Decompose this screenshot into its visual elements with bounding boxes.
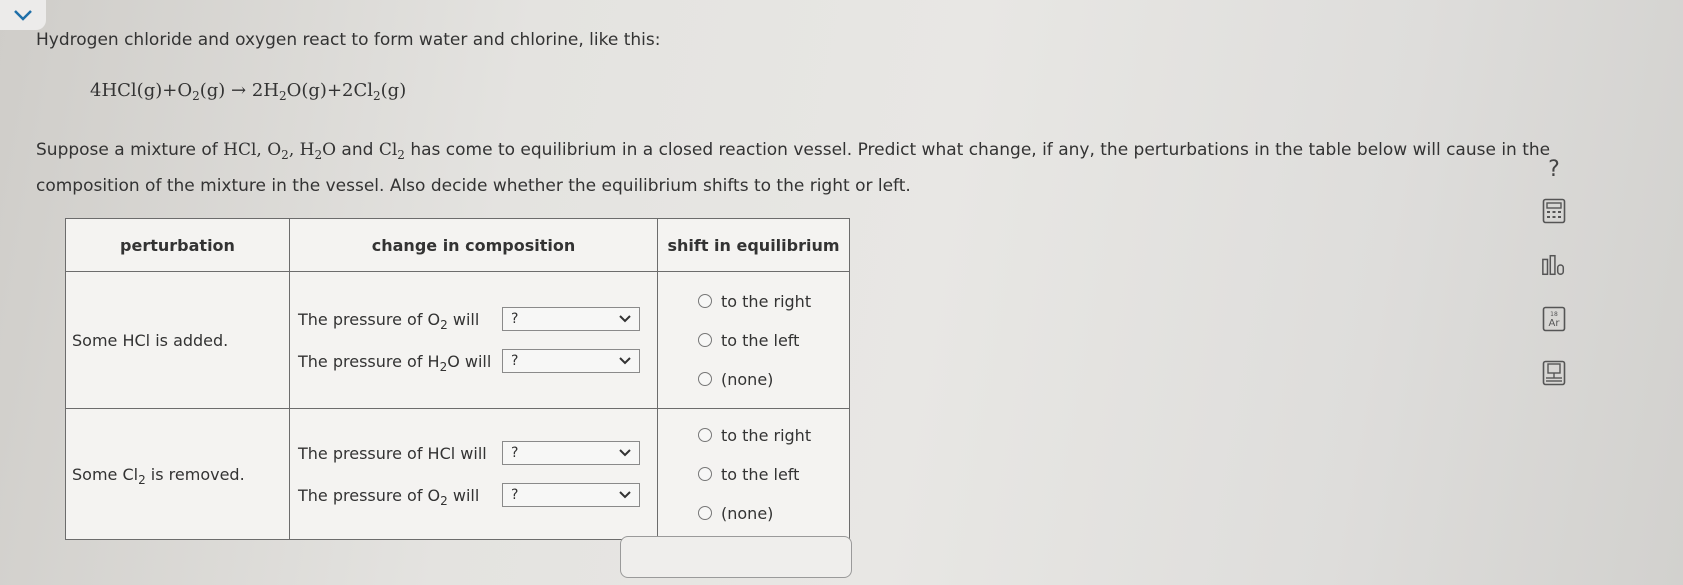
header-shift-in-equilibrium: shift in equilibrium <box>657 218 850 272</box>
change-label: The pressure of HCl will <box>298 443 487 463</box>
chevron-down-icon <box>619 315 631 323</box>
change-label: The pressure of O2 will <box>298 485 480 508</box>
change-row: The pressure of O2 will ? <box>290 298 657 340</box>
change-row: The pressure of O2 will ? <box>290 474 657 516</box>
help-button[interactable]: ? <box>1548 140 1560 198</box>
change-row: The pressure of H2O will ? <box>290 340 657 382</box>
question-intro: Hydrogen chloride and oxygen react to fo… <box>36 30 661 50</box>
shift-cell: to the right to the left (none) <box>657 408 850 540</box>
header-change-in-composition: change in composition <box>289 218 658 272</box>
reference-icon[interactable] <box>1541 360 1567 386</box>
pressure-o2-select[interactable]: ? <box>502 307 640 331</box>
svg-text:18: 18 <box>1550 311 1558 318</box>
radio-button[interactable] <box>698 372 712 386</box>
question-text: Suppose a mixture of HCl, O2, H2O and Cl… <box>36 140 1551 196</box>
radio-to-the-left[interactable]: to the left <box>658 321 849 360</box>
radio-none[interactable]: (none) <box>658 360 849 399</box>
table-row: Some HCl is added. The pressure of O2 wi… <box>65 271 850 409</box>
chevron-down-icon <box>619 491 631 499</box>
radio-button[interactable] <box>698 294 712 308</box>
radio-none[interactable]: (none) <box>658 494 849 533</box>
shift-cell: to the right to the left (none) <box>657 271 850 409</box>
perturbation-cell: Some Cl2 is removed. <box>65 408 290 540</box>
change-cell: The pressure of HCl will ? The pressure … <box>289 408 658 540</box>
chevron-down-icon <box>619 449 631 457</box>
radio-button[interactable] <box>698 333 712 347</box>
svg-text:Ar: Ar <box>1549 318 1561 329</box>
chemical-equation: 4HCl(g)+O2(g) → 2H2O(g)+2Cl2(g) <box>90 80 407 103</box>
chevron-down-icon <box>14 10 32 21</box>
radio-button[interactable] <box>698 506 712 520</box>
radio-to-the-right[interactable]: to the right <box>658 282 849 321</box>
periodic-table-icon[interactable]: 18 Ar <box>1541 306 1567 332</box>
perturbation-table: perturbation change in composition shift… <box>65 218 850 540</box>
perturbation-cell: Some HCl is added. <box>65 271 290 409</box>
pressure-o2-select[interactable]: ? <box>502 483 640 507</box>
header-perturbation: perturbation <box>65 218 290 272</box>
table-row: Some Cl2 is removed. The pressure of HCl… <box>65 408 850 540</box>
radio-to-the-right[interactable]: to the right <box>658 416 849 455</box>
radio-to-the-left[interactable]: to the left <box>658 455 849 494</box>
chevron-down-icon <box>619 357 631 365</box>
change-row: The pressure of HCl will ? <box>290 432 657 474</box>
radio-button[interactable] <box>698 428 712 442</box>
calculator-icon[interactable] <box>1541 198 1567 224</box>
change-label: The pressure of H2O will <box>298 351 492 374</box>
collapse-button[interactable] <box>0 0 46 30</box>
bar-chart-icon[interactable] <box>1541 252 1567 278</box>
radio-button[interactable] <box>698 467 712 481</box>
side-toolbar: ? 18 Ar <box>1536 140 1572 414</box>
change-label: The pressure of O2 will <box>298 309 480 332</box>
action-button[interactable] <box>620 536 852 578</box>
pressure-h2o-select[interactable]: ? <box>502 349 640 373</box>
pressure-hcl-select[interactable]: ? <box>502 441 640 465</box>
change-cell: The pressure of O2 will ? The pressure o… <box>289 271 658 409</box>
